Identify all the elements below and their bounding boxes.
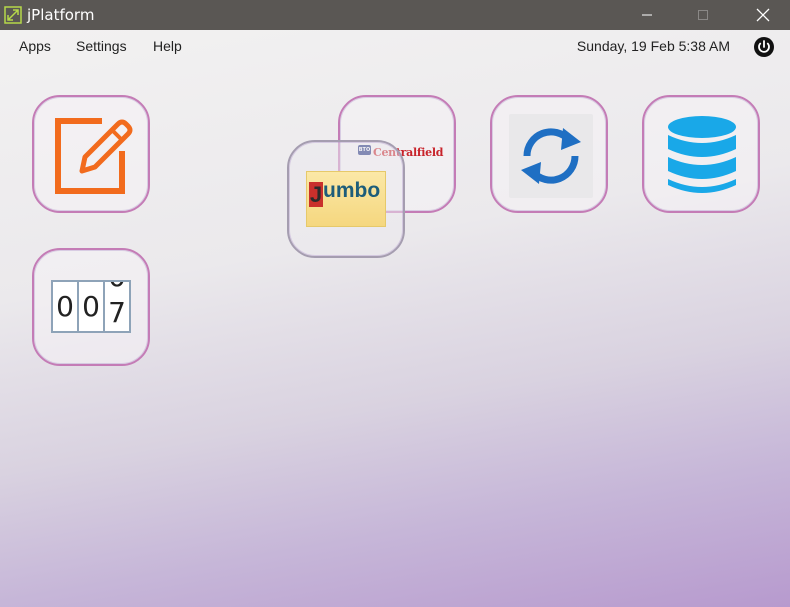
datetime-display: Sunday, 19 Feb 5:38 AM xyxy=(576,38,730,54)
close-button[interactable] xyxy=(740,0,786,30)
app-window: jPlatform Apps Settings Help Sunday, 19 … xyxy=(0,0,790,607)
counter-digit-rolling: 0 7 xyxy=(105,282,129,331)
menu-help[interactable]: Help xyxy=(153,38,182,54)
minimize-icon xyxy=(642,14,652,16)
maximize-icon xyxy=(698,10,708,20)
edit-icon xyxy=(55,118,133,194)
maximize-button[interactable] xyxy=(680,0,726,30)
jumbo-text: umbo xyxy=(323,179,381,202)
sync-icon xyxy=(509,114,593,198)
app-tile-jumbo[interactable]: J umbo xyxy=(287,140,405,258)
counter-icon: 0 0 0 7 xyxy=(51,280,131,333)
minimize-button[interactable] xyxy=(624,0,670,30)
app-tile-database[interactable] xyxy=(642,95,760,213)
close-icon xyxy=(756,8,770,22)
app-tile-editor[interactable] xyxy=(32,95,150,213)
menu-settings[interactable]: Settings xyxy=(76,38,127,54)
app-tile-counter[interactable]: 0 0 0 7 xyxy=(32,248,150,366)
menu-bar: Apps Settings Help Sunday, 19 Feb 5:38 A… xyxy=(0,30,790,64)
title-bar: jPlatform xyxy=(0,0,790,30)
jumbo-logo: J umbo xyxy=(306,171,386,227)
jumbo-letter-j: J xyxy=(309,182,323,207)
menu-apps[interactable]: Apps xyxy=(19,38,51,54)
counter-digit: 0 xyxy=(53,282,79,331)
app-tile-sync[interactable] xyxy=(490,95,608,213)
database-icon xyxy=(668,116,736,193)
counter-digit: 0 xyxy=(79,282,105,331)
power-icon xyxy=(754,37,774,57)
power-button[interactable] xyxy=(753,36,775,58)
app-logo-icon xyxy=(4,6,22,24)
desktop-area: Apps Settings Help Sunday, 19 Feb 5:38 A… xyxy=(0,30,790,607)
window-title: jPlatform xyxy=(27,6,95,24)
